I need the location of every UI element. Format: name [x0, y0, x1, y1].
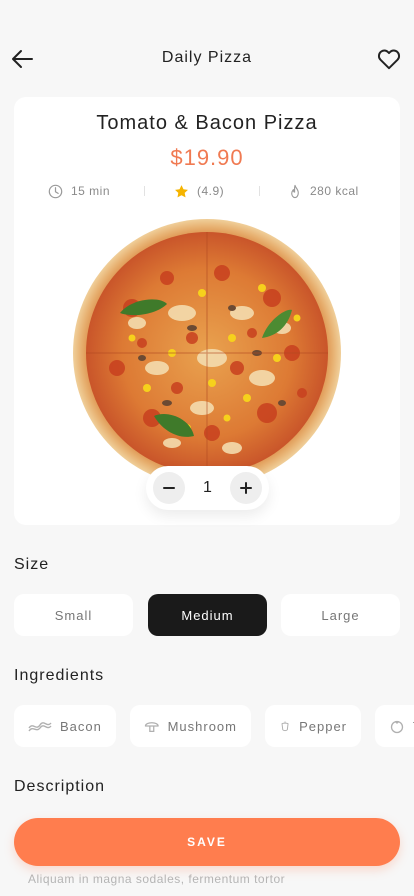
ingredient-label: Bacon [60, 718, 102, 734]
calories-value: 280 kcal [310, 184, 359, 198]
size-option-large[interactable]: Large [281, 594, 400, 636]
mushroom-icon [144, 722, 159, 732]
ingredient-chip-bacon[interactable]: Bacon [14, 705, 116, 747]
save-button[interactable]: SAVE [14, 818, 400, 866]
star-icon [175, 184, 188, 197]
size-option-small[interactable]: Small [14, 594, 133, 636]
size-option-medium[interactable]: Medium [148, 594, 267, 636]
tomato-icon [390, 720, 404, 734]
plus-icon [240, 482, 252, 494]
bacon-icon [28, 722, 52, 732]
description-section-title: Description [14, 778, 106, 795]
clock-icon [48, 184, 63, 198]
divider [144, 186, 145, 196]
favorite-button[interactable] [376, 46, 402, 72]
ingredient-label: Pepper [299, 718, 347, 734]
product-meta: 15 min (4.9) 280 kcal [14, 181, 400, 201]
page-title: Daily Pizza [161, 49, 253, 66]
product-price: $19.90 [170, 145, 244, 170]
flame-icon [291, 184, 299, 198]
ingredient-label: Mushroom [167, 718, 237, 734]
ingredient-chip-pepper[interactable]: Pepper [265, 705, 361, 747]
heart-icon [377, 49, 401, 70]
app-header: Daily Pizza [0, 40, 414, 76]
pizza-image [73, 219, 341, 487]
rating: (4.9) [174, 181, 224, 201]
divider [259, 186, 260, 196]
prep-time: 15 min [48, 181, 110, 201]
ingredients-list: Bacon Mushroom Pepper T [14, 705, 414, 747]
pepper-icon [281, 721, 289, 732]
size-section-title: Size [14, 556, 50, 573]
rating-value: (4.9) [197, 184, 225, 198]
prep-time-value: 15 min [71, 184, 111, 198]
product-name: Tomato & Bacon Pizza [96, 112, 318, 134]
product-card: Tomato & Bacon Pizza $19.90 15 min (4.9)… [14, 97, 400, 525]
description-text: Aliquam in magna sodales, fermentum tort… [28, 872, 286, 886]
increase-quantity-button[interactable] [230, 472, 262, 504]
ingredient-chip-mushroom[interactable]: Mushroom [130, 705, 251, 747]
ingredient-chip-tomato[interactable]: T [375, 705, 414, 747]
calories: 280 kcal [288, 181, 359, 201]
quantity-stepper: 1 [146, 466, 269, 510]
ingredients-section-title: Ingredients [14, 667, 105, 684]
